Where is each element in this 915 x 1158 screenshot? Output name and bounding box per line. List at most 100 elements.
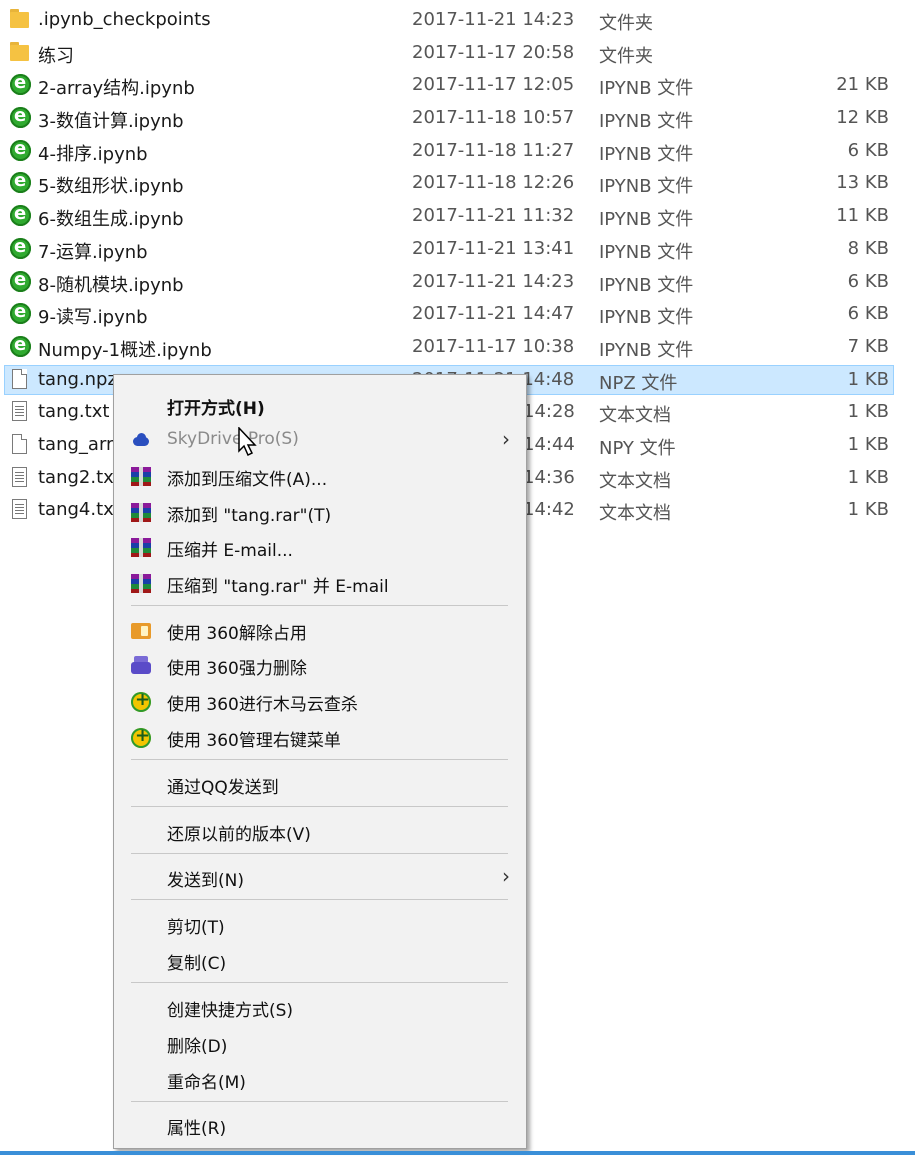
ie-icon: e: [10, 301, 31, 325]
file-row[interactable]: 练习 2017-11-17 20:58 文件夹: [0, 37, 915, 70]
file-size: 1 KB: [847, 401, 889, 423]
file-type: IPYNB 文件: [599, 339, 694, 361]
menu-360-manage[interactable]: + 使用 360管理右键菜单: [114, 720, 526, 754]
file-name: 2-array结构.ipynb: [38, 78, 195, 100]
file-size: 6 KB: [847, 139, 889, 161]
menu-label: 属性(R): [167, 1119, 227, 1139]
file-type: 文本文档: [599, 503, 671, 525]
menu-restore-previous[interactable]: 还原以前的版本(V): [114, 814, 526, 848]
menu-360-scan[interactable]: + 使用 360进行木马云查杀: [114, 684, 526, 718]
file-row[interactable]: e 3-数值计算.ipynb 2017-11-18 10:57 IPYNB 文件…: [0, 102, 915, 135]
file-name: .ipynb_checkpoints: [38, 9, 211, 30]
menu-label: 删除(D): [167, 1037, 228, 1057]
file-row[interactable]: e 9-读写.ipynb 2017-11-21 14:47 IPYNB 文件 6…: [0, 298, 915, 331]
file-name: 5-数组形状.ipynb: [38, 176, 184, 198]
menu-separator: [131, 899, 508, 900]
file-date: 14:36: [523, 466, 575, 488]
file-name: tang4.txt: [38, 499, 121, 521]
file-type: IPYNB 文件: [599, 274, 694, 296]
file-type: IPYNB 文件: [599, 241, 694, 263]
file-size: 13 KB: [836, 172, 889, 194]
menu-rename[interactable]: 重命名(M): [114, 1062, 526, 1096]
menu-separator: [131, 1101, 508, 1102]
file-type: IPYNB 文件: [599, 307, 694, 329]
mouse-cursor-icon: [238, 427, 257, 457]
winrar-icon: [131, 538, 151, 557]
menu-properties[interactable]: 属性(R): [114, 1108, 526, 1142]
ie-icon: e: [10, 105, 31, 129]
file-date: 2017-11-21 14:23: [412, 9, 575, 30]
file-date: 2017-11-18 11:27: [412, 139, 575, 161]
menu-add-to-rar[interactable]: 添加到 "tang.rar"(T): [114, 495, 526, 529]
menu-label: 还原以前的版本(V): [167, 825, 311, 845]
menu-skydrive-pro[interactable]: SkyDrive Pro(S) ›: [114, 423, 526, 457]
file-date: 14:42: [523, 499, 575, 521]
menu-label: 通过QQ发送到: [167, 778, 279, 798]
file-size: 6 KB: [847, 303, 889, 325]
menu-label: 使用 360强力删除: [167, 659, 307, 679]
menu-label: 添加到 "tang.rar"(T): [167, 506, 332, 526]
file-type: 文本文档: [599, 470, 671, 492]
file-size: 1 KB: [847, 499, 889, 521]
file-row[interactable]: e 4-排序.ipynb 2017-11-18 11:27 IPYNB 文件 6…: [0, 135, 915, 168]
winrar-icon: [131, 574, 151, 593]
blank-file-icon: [12, 433, 27, 454]
text-file-icon: [12, 466, 27, 487]
menu-separator: [131, 806, 508, 807]
file-name: tang2.txt: [38, 466, 121, 488]
file-name: 3-数值计算.ipynb: [38, 111, 184, 133]
menu-360-unlock[interactable]: 使用 360解除占用: [114, 613, 526, 647]
file-row[interactable]: e 8-随机模块.ipynb 2017-11-21 14:23 IPYNB 文件…: [0, 266, 915, 299]
menu-copy[interactable]: 复制(C): [114, 943, 526, 977]
file-date: 2017-11-18 10:57: [412, 107, 575, 129]
menu-compress-rar-email[interactable]: 压缩到 "tang.rar" 并 E-mail: [114, 566, 526, 600]
menu-create-shortcut[interactable]: 创建快捷方式(S): [114, 990, 526, 1024]
winrar-icon: [131, 467, 151, 486]
file-date: 2017-11-21 13:41: [412, 237, 575, 259]
menu-label: SkyDrive Pro(S): [167, 429, 299, 449]
file-row[interactable]: e 5-数组形状.ipynb 2017-11-18 12:26 IPYNB 文件…: [0, 167, 915, 200]
file-size: 1 KB: [847, 433, 889, 455]
menu-360-shred[interactable]: 使用 360强力删除: [114, 648, 526, 682]
unlock-icon: [131, 621, 151, 639]
menu-add-to-archive[interactable]: 添加到压缩文件(A)...: [114, 459, 526, 493]
ie-icon: e: [10, 138, 31, 162]
menu-send-qq[interactable]: 通过QQ发送到: [114, 767, 526, 801]
file-type: 文本文档: [599, 405, 671, 427]
file-row[interactable]: e Numpy-1概述.ipynb 2017-11-17 10:38 IPYNB…: [0, 331, 915, 364]
file-size: 1 KB: [847, 466, 889, 488]
file-name: 练习: [38, 45, 74, 67]
context-menu: 打开方式(H) SkyDrive Pro(S) › 添加到压缩文件(A)... …: [113, 374, 527, 1149]
file-date: 2017-11-17 20:58: [412, 41, 575, 63]
file-row[interactable]: e 7-运算.ipynb 2017-11-21 13:41 IPYNB 文件 8…: [0, 233, 915, 266]
menu-send-to[interactable]: 发送到(N) ›: [114, 860, 526, 894]
file-row[interactable]: .ipynb_checkpoints 2017-11-21 14:23 文件夹: [0, 4, 915, 37]
file-size: 12 KB: [836, 107, 889, 129]
menu-label: 发送到(N): [167, 871, 244, 891]
file-date: 2017-11-21 11:32: [412, 205, 575, 227]
file-size: 6 KB: [847, 270, 889, 292]
file-type: IPYNB 文件: [599, 143, 694, 165]
menu-open-with[interactable]: 打开方式(H): [114, 388, 526, 422]
menu-label: 使用 360进行木马云查杀: [167, 695, 358, 715]
menu-label: 创建快捷方式(S): [167, 1001, 294, 1021]
menu-compress-email[interactable]: 压缩并 E-mail...: [114, 530, 526, 564]
cloud-icon: [131, 431, 151, 449]
blank-file-icon: [12, 368, 27, 389]
menu-label: 剪切(T): [167, 918, 225, 938]
file-name: 9-读写.ipynb: [38, 307, 148, 329]
menu-label: 使用 360解除占用: [167, 624, 307, 644]
menu-delete[interactable]: 删除(D): [114, 1026, 526, 1060]
file-row[interactable]: e 6-数组生成.ipynb 2017-11-21 11:32 IPYNB 文件…: [0, 200, 915, 233]
file-row[interactable]: e 2-array结构.ipynb 2017-11-17 12:05 IPYNB…: [0, 69, 915, 102]
text-file-icon: [12, 499, 27, 520]
menu-label: 压缩并 E-mail...: [167, 541, 293, 561]
winrar-icon: [131, 503, 151, 522]
file-name: 4-排序.ipynb: [38, 143, 148, 165]
file-size: 11 KB: [836, 205, 889, 227]
file-name: tang_arr: [38, 433, 114, 455]
taskbar-edge: [0, 1151, 915, 1155]
file-size: 1 KB: [847, 368, 889, 390]
menu-cut[interactable]: 剪切(T): [114, 907, 526, 941]
file-name: tang.npz: [38, 368, 117, 390]
